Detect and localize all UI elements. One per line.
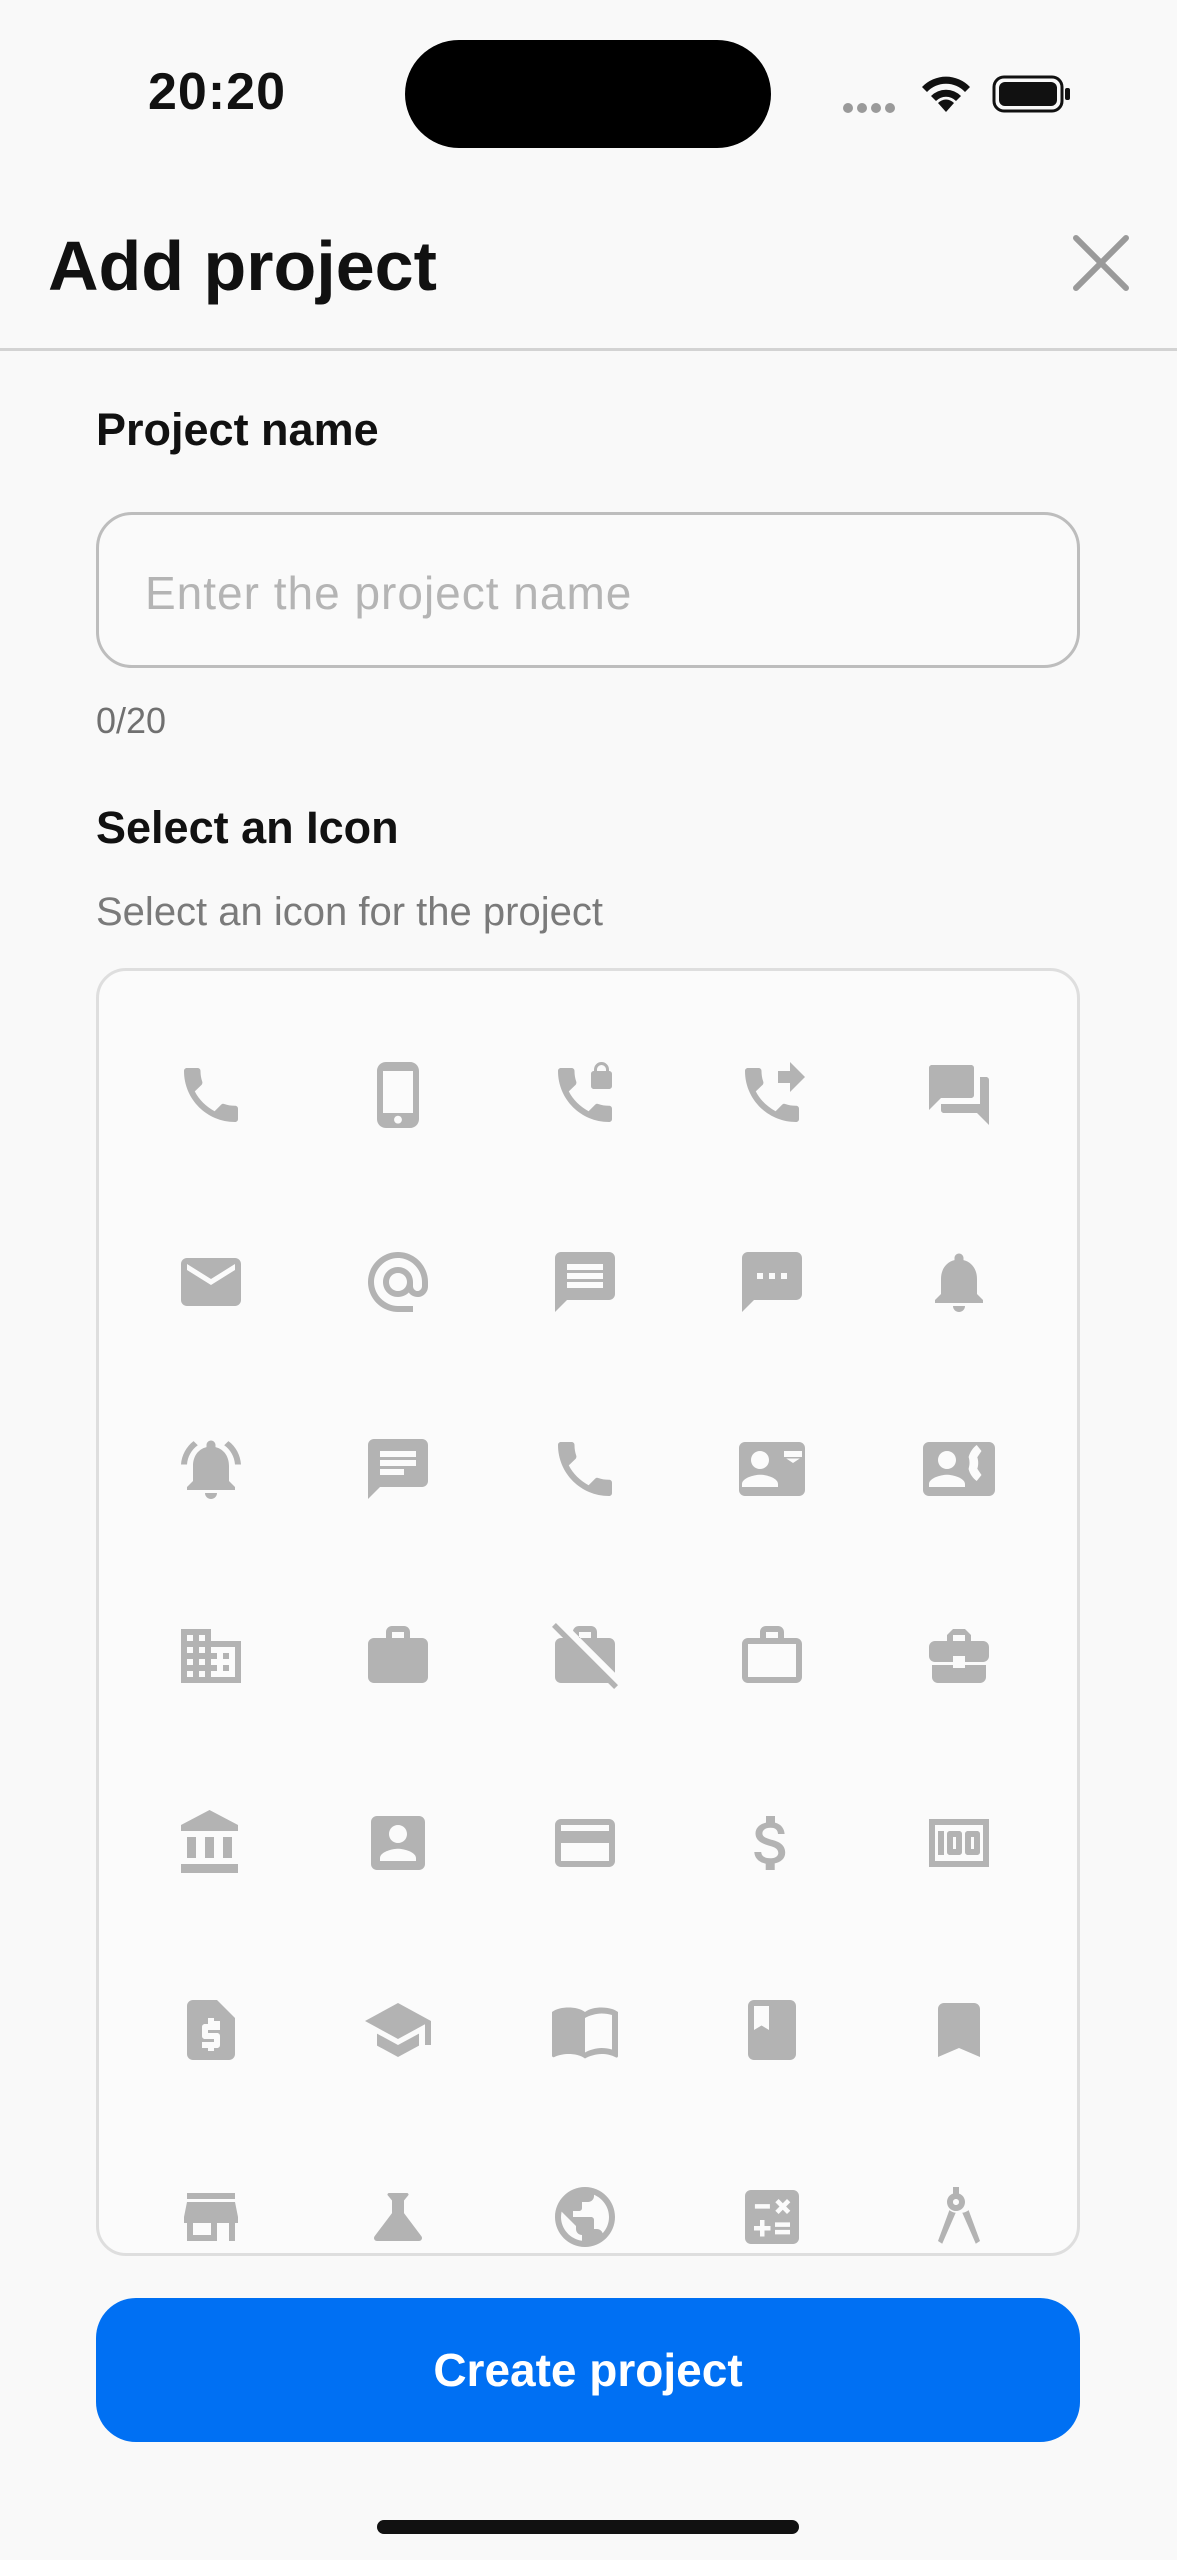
forum-icon[interactable] [909, 1045, 1009, 1145]
home-indicator [377, 2520, 799, 2534]
business-center-icon[interactable] [909, 1606, 1009, 1706]
science-icon[interactable] [348, 2167, 448, 2253]
phone-icon[interactable] [161, 1045, 261, 1145]
battery-icon [992, 75, 1070, 113]
account-box-icon[interactable] [348, 1793, 448, 1893]
call-icon[interactable] [535, 1419, 635, 1519]
notification-icon[interactable] [909, 1232, 1009, 1332]
business-icon[interactable] [161, 1606, 261, 1706]
status-bar: 20:20 [0, 0, 1177, 190]
sms-icon[interactable] [722, 1232, 822, 1332]
wifi-icon [922, 76, 970, 112]
at-sign-icon[interactable] [348, 1232, 448, 1332]
request-quote-icon[interactable] [161, 1980, 261, 2080]
close-icon[interactable] [1068, 230, 1134, 296]
email-icon[interactable] [161, 1232, 261, 1332]
notifications-active-icon[interactable] [161, 1419, 261, 1519]
cellular-signal-icon [843, 100, 899, 118]
store-icon[interactable] [161, 2167, 261, 2253]
bookmark-icon[interactable] [909, 1980, 1009, 2080]
calculate-icon[interactable] [722, 2167, 822, 2253]
project-name-field[interactable] [96, 512, 1080, 668]
modal-header: Add project [0, 190, 1177, 351]
chat-icon[interactable] [348, 1419, 448, 1519]
architecture-icon[interactable] [909, 2167, 1009, 2253]
school-icon[interactable] [348, 1980, 448, 2080]
status-time: 20:20 [148, 63, 286, 121]
message-icon[interactable] [535, 1232, 635, 1332]
bank-icon[interactable] [161, 1793, 261, 1893]
select-icon-label: Select an Icon [96, 802, 399, 853]
icon-grid[interactable] [96, 968, 1080, 2256]
project-name-input[interactable] [143, 555, 1027, 631]
contact-phone-icon[interactable] [909, 1419, 1009, 1519]
book-open-icon[interactable] [535, 1980, 635, 2080]
work-outline-icon[interactable] [722, 1606, 822, 1706]
book-icon[interactable] [722, 1980, 822, 2080]
select-icon-subtitle: Select an icon for the project [96, 890, 603, 934]
smartphone-icon[interactable] [348, 1045, 448, 1145]
phone-forwarded-icon[interactable] [722, 1045, 822, 1145]
dynamic-island [405, 40, 771, 148]
credit-card-icon[interactable] [535, 1793, 635, 1893]
money-icon[interactable] [909, 1793, 1009, 1893]
contact-mail-icon[interactable] [722, 1419, 822, 1519]
work-icon[interactable] [348, 1606, 448, 1706]
work-off-icon[interactable] [535, 1606, 635, 1706]
dollar-icon[interactable] [722, 1793, 822, 1893]
character-counter: 0/20 [96, 700, 167, 741]
page-title: Add project [48, 227, 437, 305]
public-icon[interactable] [535, 2167, 635, 2253]
phone-locked-icon[interactable] [535, 1045, 635, 1145]
create-project-button[interactable]: Create project [96, 2298, 1080, 2442]
project-name-label: Project name [96, 404, 379, 455]
